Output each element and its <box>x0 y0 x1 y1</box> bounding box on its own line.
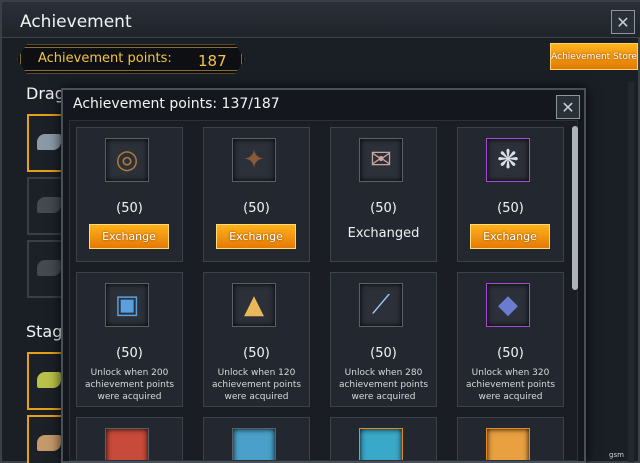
reward-card <box>76 417 183 460</box>
modal-title: Achievement points: 137/187 <box>73 96 280 112</box>
stage-icon <box>37 435 61 451</box>
reward-card: ❋ (50) Exchange <box>457 127 564 262</box>
exchange-button[interactable]: Exchange <box>470 224 550 249</box>
reward-card: ✉ (50) Exchanged <box>330 127 437 262</box>
window-close-button[interactable]: ✕ <box>611 10 635 34</box>
unlock-requirement: Unlock when 320 achievement points were … <box>465 368 556 402</box>
section-stage-heading: Stag <box>26 322 63 341</box>
reward-cost: (50) <box>370 201 397 216</box>
reward-card: ▣ (50) Unlock when 200 achievement points … <box>76 272 183 407</box>
reward-card <box>457 417 564 460</box>
reward-card: ◎ (50) Exchange <box>76 127 183 262</box>
reward-card: ▲ (50) Unlock when 120 achievement points … <box>203 272 310 407</box>
exchange-button[interactable]: Exchange <box>89 224 169 249</box>
ring-icon <box>105 428 149 460</box>
reward-card: ◆ (50) Unlock when 320 achievement points … <box>457 272 564 407</box>
reward-card <box>203 417 310 460</box>
window-scrollbar[interactable] <box>628 82 634 462</box>
spear-icon: ⟋ <box>359 283 403 327</box>
modal-scrollbar[interactable] <box>572 126 578 290</box>
reward-cost: (50) <box>243 201 270 216</box>
reward-grid: ◎ (50) Exchange ✦ (50) Exchange ✉ (50) Exchanged… <box>69 120 578 461</box>
section-dragon-heading: Drag <box>26 84 65 103</box>
reward-card: ⟋ (50) Unlock when 280 achievement points … <box>330 272 437 407</box>
exchange-button[interactable]: Exchange <box>216 224 296 249</box>
exchanged-status: Exchanged <box>347 226 420 241</box>
crown-icon <box>486 428 530 460</box>
cube-icon: ▣ <box>105 283 149 327</box>
achievement-points-label: Achievement points: <box>38 51 172 66</box>
close-icon: ✕ <box>561 97 575 117</box>
scroll-icon: ✉ <box>359 138 403 182</box>
unlock-requirement: Unlock when 200 achievement points were … <box>84 368 175 402</box>
reward-cost: (50) <box>370 346 397 361</box>
dragon-icon <box>37 197 61 213</box>
bracelet-icon: ◎ <box>105 138 149 182</box>
watermark: gsm <box>609 451 624 459</box>
helmet-icon <box>359 428 403 460</box>
reward-card <box>330 417 437 460</box>
close-icon: ✕ <box>616 12 630 32</box>
achievement-store-button[interactable]: Achievement Store <box>550 43 638 70</box>
cat-mask-icon: ◆ <box>486 283 530 327</box>
reward-cost: (50) <box>243 346 270 361</box>
reward-cost: (50) <box>116 201 143 216</box>
reward-cost: (50) <box>497 346 524 361</box>
achievement-points-value: 187 <box>198 52 227 70</box>
gem-icon <box>232 428 276 460</box>
reward-cost: (50) <box>497 201 524 216</box>
window-title: Achievement <box>20 12 132 32</box>
dragon-icon: ❋ <box>486 138 530 182</box>
pyramid-icon: ▲ <box>232 283 276 327</box>
unlock-requirement: Unlock when 120 achievement points were … <box>211 368 302 402</box>
armor-icon: ✦ <box>232 138 276 182</box>
reward-card: ✦ (50) Exchange <box>203 127 310 262</box>
stage-icon <box>37 372 61 388</box>
exchange-modal: Achievement points: 137/187 ✕ ◎ (50) Excha… <box>61 88 586 463</box>
dragon-icon <box>37 134 61 150</box>
unlock-requirement: Unlock when 280 achievement points were … <box>338 368 429 402</box>
reward-cost: (50) <box>116 346 143 361</box>
dragon-icon <box>37 260 61 276</box>
modal-close-button[interactable]: ✕ <box>556 95 580 119</box>
